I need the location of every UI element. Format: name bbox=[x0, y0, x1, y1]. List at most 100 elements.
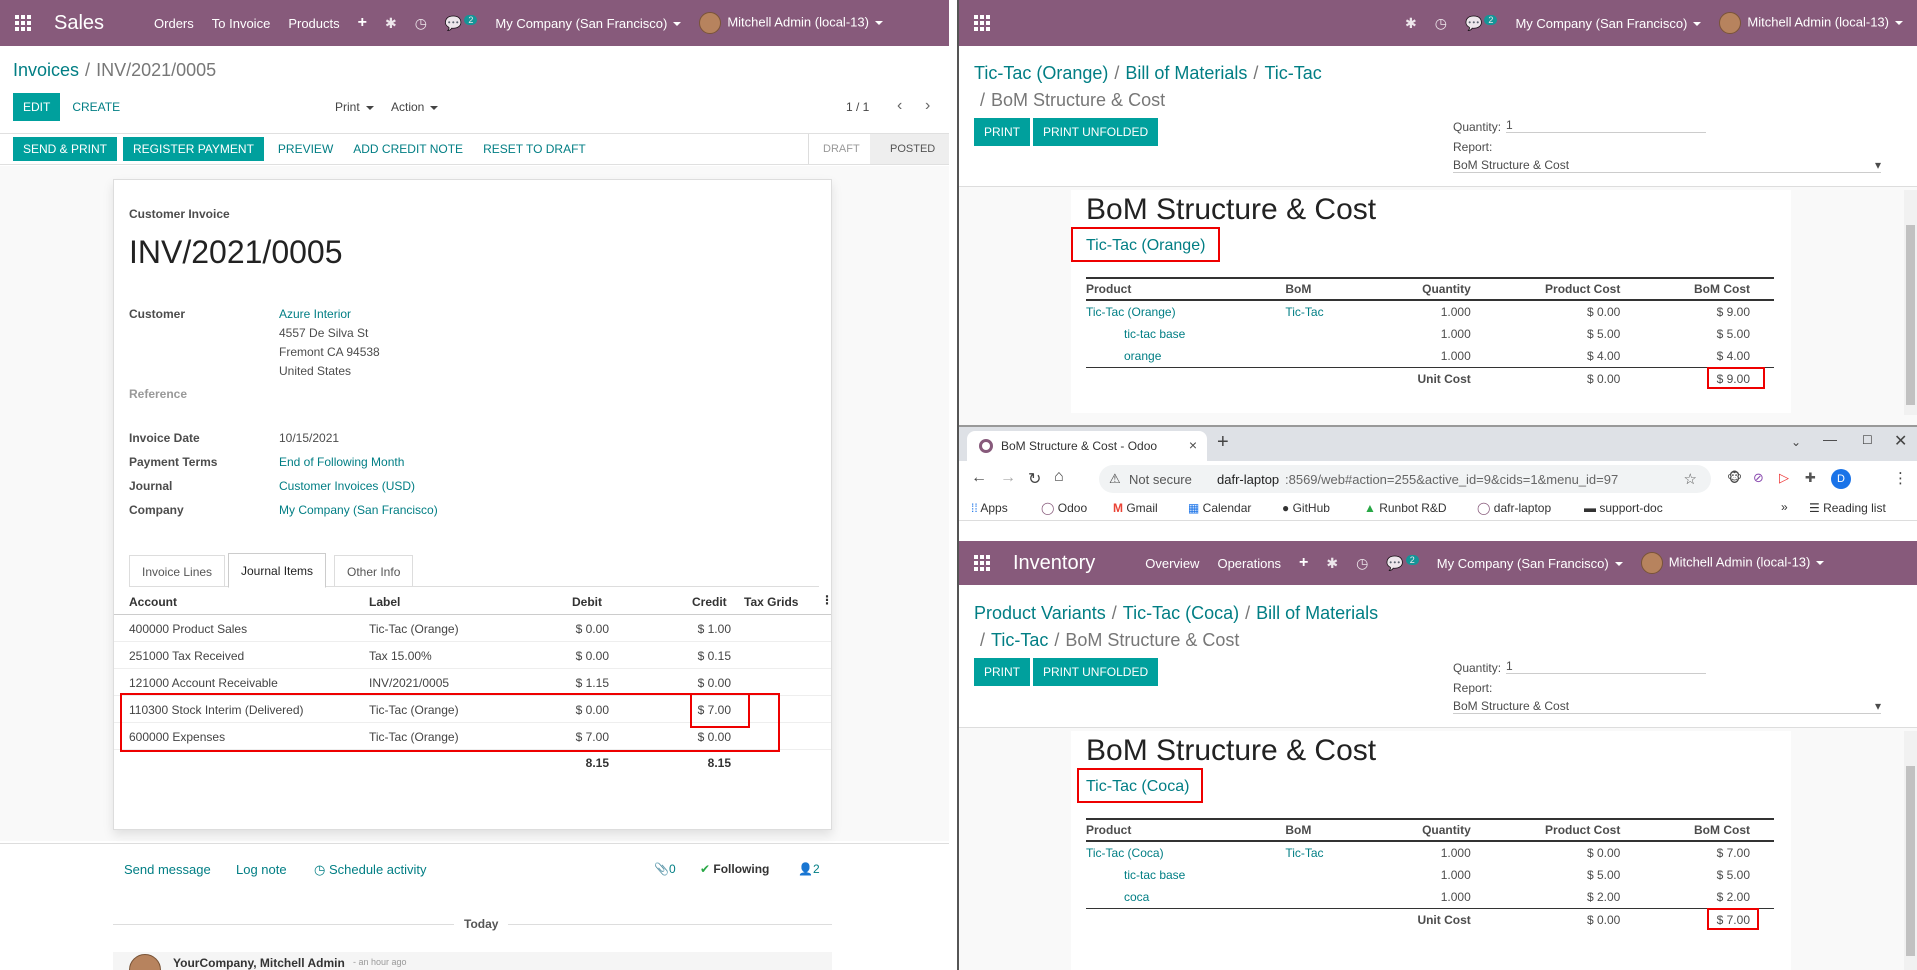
clock-icon[interactable]: ◷ bbox=[1356, 555, 1368, 572]
apps-menu-icon[interactable] bbox=[0, 0, 46, 46]
close-window-icon[interactable]: ✕ bbox=[1894, 431, 1907, 451]
breadcrumb-product[interactable]: Tic-Tac (Coca) bbox=[1123, 603, 1239, 623]
column-options-icon[interactable]: ⋮ bbox=[821, 593, 833, 607]
customer-link[interactable]: Azure Interior bbox=[279, 307, 351, 321]
scroll-thumb[interactable] bbox=[1906, 225, 1915, 405]
user-menu[interactable]: Mitchell Admin (local-13) bbox=[699, 12, 883, 34]
profile-avatar[interactable]: D bbox=[1831, 469, 1851, 489]
bookmark-gmail[interactable]: M Gmail bbox=[1113, 501, 1158, 515]
minimize-icon[interactable]: — bbox=[1823, 431, 1837, 447]
print-unfolded-button[interactable]: PRINT UNFOLDED bbox=[1033, 118, 1159, 146]
status-draft[interactable]: DRAFT bbox=[808, 134, 860, 164]
extension-compass-icon[interactable]: ⊘ bbox=[1753, 470, 1764, 486]
bom-cell[interactable] bbox=[1285, 323, 1385, 345]
address-bar[interactable]: ⚠ Not secure dafr-laptop :8569/web#actio… bbox=[1099, 465, 1711, 493]
pager[interactable]: 1 / 1 bbox=[846, 100, 869, 114]
tab-invoice-lines[interactable]: Invoice Lines bbox=[129, 555, 226, 587]
tab-journal-items[interactable]: Journal Items bbox=[228, 553, 327, 588]
pager-next-icon[interactable]: › bbox=[925, 97, 930, 115]
bug-icon[interactable]: ✱ bbox=[1326, 555, 1338, 572]
tab-search-icon[interactable]: ⌄ bbox=[1791, 435, 1801, 449]
print-unfolded-button[interactable]: PRINT UNFOLDED bbox=[1033, 658, 1159, 686]
forward-icon[interactable]: → bbox=[1000, 469, 1016, 487]
bom-cell[interactable] bbox=[1285, 864, 1385, 886]
plus-icon[interactable]: + bbox=[1299, 554, 1308, 572]
extension-play-icon[interactable]: ▷ bbox=[1779, 470, 1789, 486]
company-switcher[interactable]: My Company (San Francisco) bbox=[1515, 16, 1702, 31]
reset-to-draft-button[interactable]: RESET TO DRAFT bbox=[475, 135, 594, 163]
bom-cell[interactable]: tic-tac base bbox=[1086, 864, 1285, 886]
breadcrumb-invoices[interactable]: Invoices bbox=[13, 60, 79, 80]
breadcrumb-tictac[interactable]: Tic-Tac bbox=[991, 630, 1048, 650]
print-button[interactable]: PRINT bbox=[974, 658, 1030, 686]
schedule-activity-button[interactable]: ◷ Schedule activity bbox=[314, 862, 427, 878]
breadcrumb-bom[interactable]: Bill of Materials bbox=[1256, 603, 1378, 623]
col-tax-grids[interactable]: Tax Grids bbox=[744, 595, 798, 609]
chat-icon[interactable]: 💬 2 bbox=[1465, 14, 1498, 32]
app-name[interactable]: Sales bbox=[54, 12, 104, 35]
col-debit[interactable]: Debit bbox=[572, 595, 602, 609]
bom-cell[interactable]: coca bbox=[1086, 886, 1285, 909]
bom-cell[interactable]: Tic-Tac (Orange) bbox=[1086, 300, 1285, 323]
col-label[interactable]: Label bbox=[369, 595, 400, 609]
message-author[interactable]: YourCompany, Mitchell Admin bbox=[173, 956, 345, 970]
journal-link[interactable]: Customer Invoices (USD) bbox=[279, 479, 415, 493]
add-credit-note-button[interactable]: ADD CREDIT NOTE bbox=[345, 135, 471, 163]
back-icon[interactable]: ← bbox=[971, 469, 987, 487]
report-scrollbar[interactable] bbox=[1904, 731, 1917, 970]
report-select[interactable]: BoM Structure & Cost ▾ bbox=[1453, 699, 1881, 714]
plus-icon[interactable]: + bbox=[358, 14, 367, 32]
bom-cell[interactable]: Tic-Tac bbox=[1285, 300, 1385, 323]
clock-icon[interactable]: ◷ bbox=[1435, 15, 1447, 32]
bom-cell[interactable]: Tic-Tac (Coca) bbox=[1086, 841, 1285, 864]
create-button[interactable]: CREATE bbox=[64, 93, 128, 121]
company-link[interactable]: My Company (San Francisco) bbox=[279, 503, 438, 517]
col-account[interactable]: Account bbox=[129, 595, 177, 609]
menu-kebab-icon[interactable]: ⋮ bbox=[1893, 469, 1908, 487]
reading-list[interactable]: ☰ Reading list bbox=[1809, 501, 1886, 515]
report-scrollbar[interactable] bbox=[1904, 190, 1917, 415]
new-tab-icon[interactable]: + bbox=[1217, 431, 1229, 454]
maximize-icon[interactable]: ☐ bbox=[1862, 433, 1873, 447]
apps-menu-icon[interactable] bbox=[959, 0, 1005, 46]
breadcrumb-product[interactable]: Tic-Tac (Orange) bbox=[974, 63, 1108, 83]
extension-monkey-icon[interactable]: 🐵 bbox=[1727, 470, 1742, 486]
breadcrumb-bom[interactable]: Bill of Materials bbox=[1125, 63, 1247, 83]
bom-cell[interactable] bbox=[1285, 345, 1385, 368]
quantity-input[interactable]: 1 bbox=[1506, 118, 1706, 133]
quantity-input[interactable]: 1 bbox=[1506, 659, 1706, 674]
breadcrumb-variants[interactable]: Product Variants bbox=[974, 603, 1106, 623]
register-payment-button[interactable]: REGISTER PAYMENT bbox=[123, 137, 264, 161]
home-icon[interactable]: ⌂ bbox=[1054, 468, 1064, 486]
col-credit[interactable]: Credit bbox=[692, 595, 727, 609]
extensions-puzzle-icon[interactable]: ✚ bbox=[1805, 470, 1816, 486]
bom-cell[interactable]: tic-tac base bbox=[1086, 323, 1285, 345]
send-print-button[interactable]: SEND & PRINT bbox=[13, 137, 118, 161]
clock-icon[interactable]: ◷ bbox=[415, 15, 427, 32]
tab-other-info[interactable]: Other Info bbox=[334, 555, 414, 587]
bookmark-calendar[interactable]: ▦ Calendar bbox=[1188, 501, 1251, 515]
print-button[interactable]: PRINT bbox=[974, 118, 1030, 146]
edit-button[interactable]: EDIT bbox=[13, 93, 61, 121]
bookmark-odoo[interactable]: ◯ Odoo bbox=[1041, 501, 1087, 515]
chat-icon[interactable]: 💬 2 bbox=[1386, 554, 1419, 572]
more-bookmarks-icon[interactable]: » bbox=[1781, 500, 1788, 514]
bookmark-dafr-laptop[interactable]: ◯ dafr-laptop bbox=[1477, 501, 1551, 515]
bookmark-github[interactable]: ● GitHub bbox=[1282, 501, 1330, 515]
bom-cell[interactable]: Tic-Tac bbox=[1285, 841, 1385, 864]
report-select[interactable]: BoM Structure & Cost ▾ bbox=[1453, 158, 1881, 173]
bug-icon[interactable]: ✱ bbox=[1405, 15, 1417, 32]
company-switcher[interactable]: My Company (San Francisco) bbox=[495, 16, 682, 31]
bug-icon[interactable]: ✱ bbox=[385, 15, 397, 32]
menu-to-invoice[interactable]: To Invoice bbox=[212, 16, 271, 31]
breadcrumb-tictac[interactable]: Tic-Tac bbox=[1264, 63, 1321, 83]
preview-button[interactable]: PREVIEW bbox=[270, 135, 341, 163]
bom-cell[interactable]: orange bbox=[1086, 345, 1285, 368]
payment-terms-link[interactable]: End of Following Month bbox=[279, 455, 404, 469]
menu-orders[interactable]: Orders bbox=[154, 16, 194, 31]
action-dropdown[interactable]: Action bbox=[391, 100, 439, 114]
following-button[interactable]: ✔ Following bbox=[700, 862, 769, 876]
bookmark-star-icon[interactable]: ☆ bbox=[1684, 470, 1697, 488]
close-tab-icon[interactable]: × bbox=[1189, 437, 1197, 453]
followers-button[interactable]: 👤2 bbox=[798, 862, 820, 876]
